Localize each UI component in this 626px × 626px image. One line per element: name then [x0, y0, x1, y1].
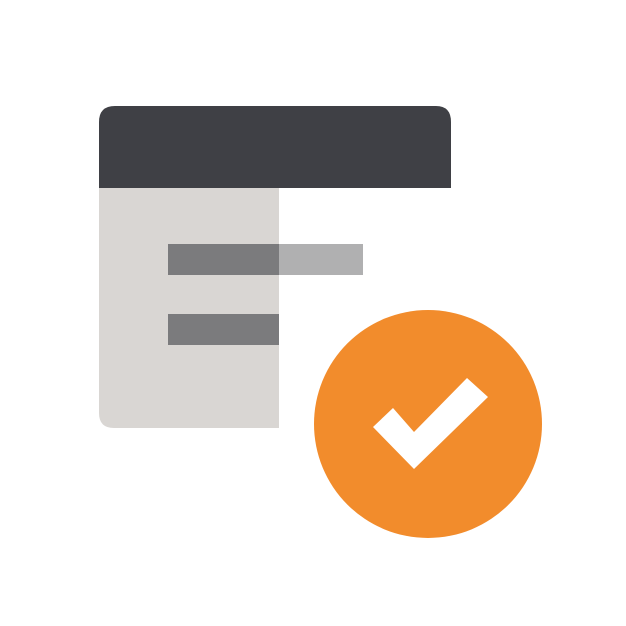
- window-header-bar: [99, 106, 451, 188]
- text-line-2: [168, 314, 279, 345]
- icon-canvas: [0, 0, 626, 626]
- window-body: [99, 186, 279, 428]
- form-approved-icon: [0, 0, 626, 626]
- text-line-extension: [279, 244, 363, 275]
- text-line-1: [168, 244, 279, 275]
